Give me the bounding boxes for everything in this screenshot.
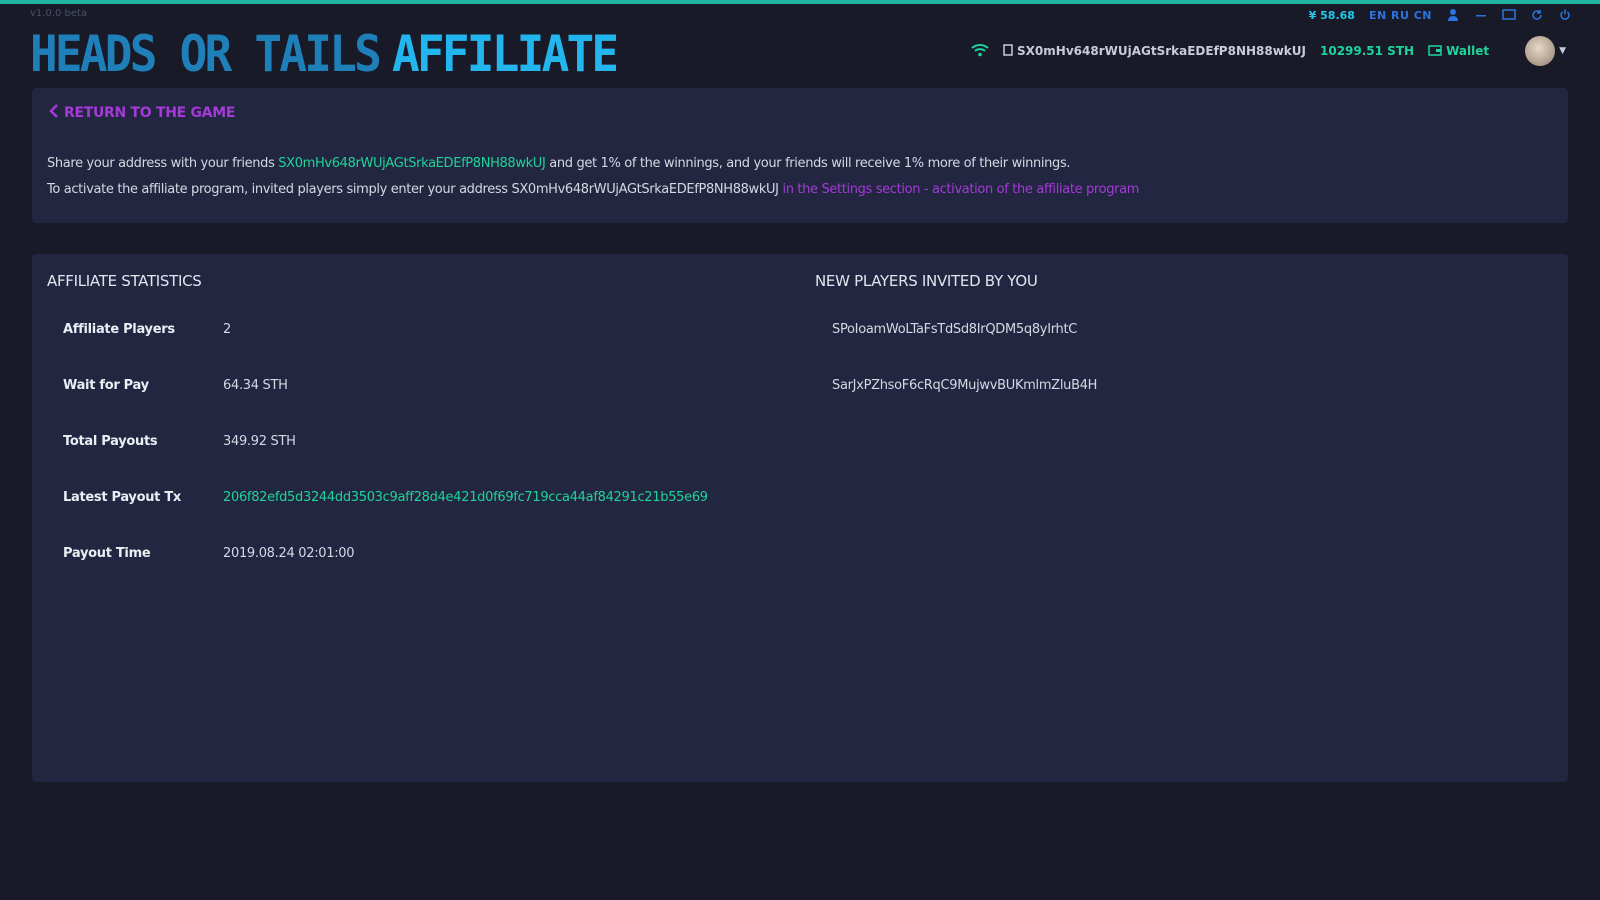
affiliate-statistics-title: AFFILIATE STATISTICS	[47, 272, 202, 290]
wallet-label: Wallet	[1446, 44, 1490, 58]
stat-value: 2	[223, 322, 231, 337]
chevron-left-icon	[48, 104, 60, 122]
stat-label: Wait for Pay	[63, 378, 149, 393]
avatar[interactable]	[1525, 36, 1556, 66]
stat-row-total-payouts: Total Payouts 349.92 STH	[63, 434, 296, 449]
share-address[interactable]: SX0mHv648rWUjAGtSrkaEDEfP8NH88wkUJ	[278, 156, 546, 171]
stat-label: Payout Time	[63, 546, 151, 561]
app-logo: HEADS OR TAILS AFFILIATE	[30, 25, 619, 83]
return-to-game-link[interactable]: RETURN TO THE GAME	[48, 104, 235, 122]
wallet-button[interactable]: Wallet	[1428, 44, 1489, 59]
user-icon[interactable]	[1446, 8, 1460, 22]
logo-text-secondary: AFFILIATE	[391, 25, 619, 83]
logo-text-primary: HEADS OR TAILS	[30, 25, 382, 83]
wallet-icon	[1428, 44, 1442, 59]
header-right: SX0mHv648rWUjAGtSrkaEDEfP8NH88wkUJ 10299…	[971, 36, 1566, 66]
stat-row-affiliate-players: Affiliate Players 2	[63, 322, 231, 337]
stat-label: Affiliate Players	[63, 322, 175, 337]
titlebar-right: ¥ 58.68 EN RU CN	[1309, 8, 1572, 22]
affiliate-info-panel: RETURN TO THE GAME Share your address wi…	[32, 88, 1568, 223]
share-instructions: Share your address with your friends SX0…	[47, 156, 1071, 171]
stat-value: 2019.08.24 02:01:00	[223, 546, 355, 561]
maximize-icon[interactable]	[1502, 8, 1516, 22]
invited-player-item: SPoIoamWoLTaFsTdSd8IrQDM5q8yIrhtC	[832, 322, 1078, 337]
header-address-text: SX0mHv648rWUjAGtSrkaEDEfP8NH88wkUJ	[1017, 44, 1306, 58]
top-accent-line	[0, 0, 1600, 4]
stat-row-payout-time: Payout Time 2019.08.24 02:01:00	[63, 546, 355, 561]
header-balance: 10299.51 STH	[1320, 44, 1415, 58]
app-version: v1.0.0 beta	[30, 8, 88, 19]
connection-icon	[971, 43, 989, 60]
invited-player-item: SarJxPZhsoF6cRqC9MujwvBUKmlmZluB4H	[832, 378, 1098, 393]
invited-players-title: NEW PLAYERS INVITED BY YOU	[815, 272, 1038, 290]
stat-row-latest-payout-tx: Latest Payout Tx 206f82efd5d3244dd3503c9…	[63, 490, 708, 505]
stat-value: 349.92 STH	[223, 434, 296, 449]
header-address[interactable]: SX0mHv648rWUjAGtSrkaEDEfP8NH88wkUJ	[1003, 43, 1306, 59]
stat-row-wait-for-pay: Wait for Pay 64.34 STH	[63, 378, 288, 393]
return-label: RETURN TO THE GAME	[64, 105, 236, 121]
price-indicator: ¥ 58.68	[1308, 8, 1355, 22]
share-text-suffix: and get 1% of the winnings, and your fri…	[545, 156, 1071, 171]
stat-label: Latest Payout Tx	[63, 490, 181, 505]
activation-instructions: To activate the affiliate program, invit…	[47, 182, 1139, 197]
chevron-down-icon[interactable]: ▼	[1559, 46, 1566, 56]
activation-text-prefix: To activate the affiliate program, invit…	[47, 182, 783, 197]
payout-tx-link[interactable]: 206f82efd5d3244dd3503c9aff28d4e421d0f69f…	[223, 490, 708, 505]
refresh-icon[interactable]	[1530, 8, 1544, 22]
settings-activation-link[interactable]: in the Settings section - activation of …	[782, 182, 1139, 197]
stat-label: Total Payouts	[63, 434, 158, 449]
language-switcher[interactable]: EN RU CN	[1369, 9, 1432, 22]
share-text-prefix: Share your address with your friends	[47, 156, 279, 171]
statistics-panel: AFFILIATE STATISTICS NEW PLAYERS INVITED…	[32, 254, 1568, 782]
power-icon[interactable]	[1558, 8, 1572, 22]
minimize-icon[interactable]	[1474, 8, 1488, 22]
stat-value: 64.34 STH	[223, 378, 288, 393]
copy-icon[interactable]	[1003, 43, 1013, 59]
